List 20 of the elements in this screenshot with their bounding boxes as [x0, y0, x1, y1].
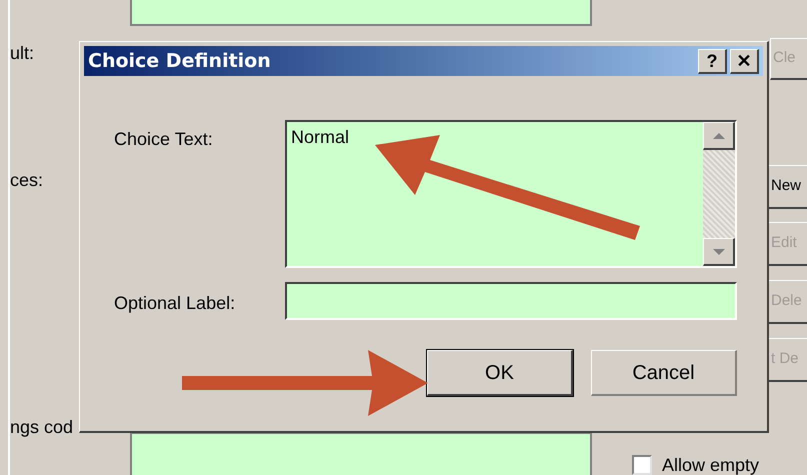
checkbox-label: Allow empty: [662, 456, 760, 474]
input-field[interactable]: [285, 282, 737, 320]
checkbox[interactable]: [632, 455, 652, 475]
field-label: ces:: [10, 169, 44, 192]
button[interactable]: New: [768, 165, 807, 209]
scroll-up-button[interactable]: [703, 122, 735, 150]
close-button[interactable]: ✕: [730, 48, 759, 74]
ok-button[interactable]: OK: [427, 350, 573, 396]
field-label: ngs cod: [10, 416, 74, 439]
dialog-title: Choice Definition: [88, 48, 271, 74]
field-label: Choice Text:: [114, 128, 214, 151]
help-button[interactable]: ?: [698, 48, 727, 74]
scrollbar[interactable]: [703, 122, 735, 266]
text-area[interactable]: Normal: [285, 120, 737, 268]
text-field[interactable]: [130, 432, 592, 475]
cancel-button[interactable]: Cancel: [591, 350, 737, 396]
scroll-down-button[interactable]: [703, 238, 735, 266]
field-label: ult:: [10, 42, 34, 65]
text-field[interactable]: [130, 0, 592, 26]
field-label: Optional Label:: [114, 292, 236, 315]
